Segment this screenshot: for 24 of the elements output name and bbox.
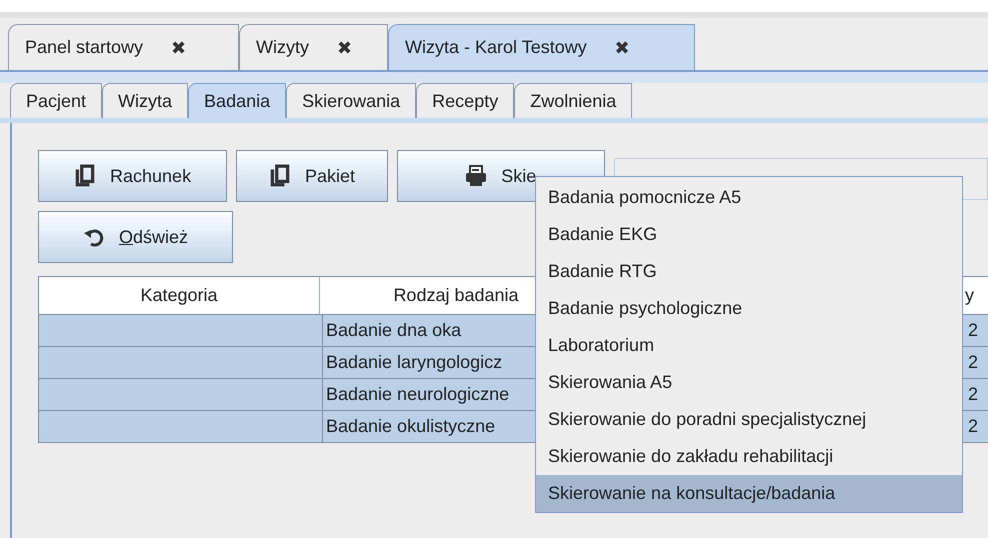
tab[interactable]: Zwolnienia [514, 83, 632, 118]
copy-button[interactable]: Rachunek [38, 150, 228, 202]
tab[interactable]: Badania [188, 83, 286, 118]
table-cell: 2 [968, 416, 978, 437]
table-cell: 2 [968, 352, 978, 373]
table-cell: 2 [968, 320, 978, 341]
document-tab[interactable]: Wizyta - Karol Testowy ✖ [388, 24, 695, 70]
copy-icon [74, 164, 96, 188]
tab[interactable]: Recepty [416, 83, 514, 118]
table-cell: 2 [968, 384, 978, 405]
tab[interactable]: Skierowania [286, 83, 416, 118]
copy-icon [269, 164, 291, 188]
close-icon[interactable]: ✖ [337, 36, 352, 58]
column-header[interactable]: Kategoria [39, 277, 320, 314]
menu-item[interactable]: Badanie EKG [536, 216, 962, 253]
copy-button[interactable]: Pakiet [236, 150, 388, 202]
close-icon[interactable]: ✖ [171, 36, 186, 58]
tab[interactable]: Pacjent [10, 83, 102, 118]
menu-item[interactable]: Skierowanie na konsultacje/badania [536, 475, 962, 512]
printer-icon [465, 164, 488, 188]
close-icon[interactable]: ✖ [614, 36, 630, 58]
refresh-button[interactable]: Odśwież [38, 211, 233, 263]
document-tab[interactable]: Panel startowy ✖ [8, 24, 239, 70]
document-tab[interactable]: Wizyty ✖ [239, 24, 388, 70]
